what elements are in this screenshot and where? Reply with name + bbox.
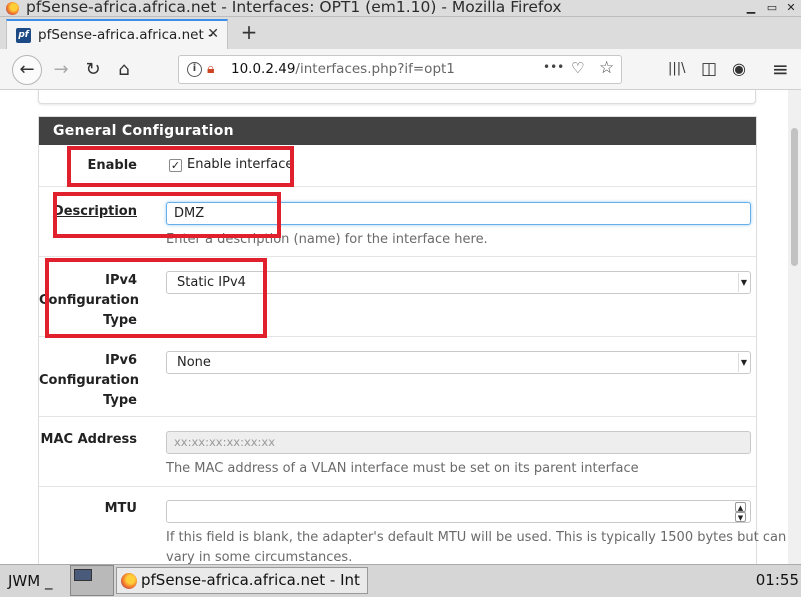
maximize-button[interactable]: ▭ xyxy=(763,0,781,16)
tab-close-icon[interactable]: ✕ xyxy=(207,26,219,42)
clock: 01:55 xyxy=(755,571,799,589)
new-tab-button[interactable]: + xyxy=(236,20,262,46)
page-content: General Configuration Enable ✓ Enable in… xyxy=(0,90,801,564)
mtu-input[interactable]: ▲ ▼ xyxy=(166,500,751,523)
highlight-ipv4-type xyxy=(45,258,267,338)
task-label: pfSense-africa.africa.net - Int xyxy=(141,571,360,589)
ipv6-type-value: None xyxy=(177,355,211,370)
ipv6-row: IPv6 Configuration Type None ▼ xyxy=(39,337,756,417)
tab-strip: pf pfSense-africa.africa.net - ✕ + xyxy=(0,17,801,49)
navigation-toolbar: ← → ↻ ⌂ i 🔒︎ 10.0.2.49/interfaces.php?if… xyxy=(0,49,801,90)
sidebar-icon[interactable]: ◫ xyxy=(701,59,717,79)
url-path: /interfaces.php?if=opt1 xyxy=(295,61,455,77)
ipv6-label: IPv6 Configuration Type xyxy=(39,351,139,411)
url-host: 10.0.2.49 xyxy=(231,61,296,77)
highlight-enable xyxy=(67,146,294,187)
pocket-icon[interactable]: ♡ xyxy=(571,59,584,77)
mtu-help-line1: If this field is blank, the adapter's de… xyxy=(166,530,787,545)
site-info-icon[interactable]: i xyxy=(187,62,202,77)
mac-address-input: xx:xx:xx:xx:xx:xx xyxy=(166,431,751,454)
mtu-stepper[interactable]: ▲ ▼ xyxy=(735,502,746,522)
wm-suffix: _ xyxy=(44,572,53,590)
insecure-lock-icon[interactable]: 🔒︎ xyxy=(207,61,214,77)
back-button[interactable]: ← xyxy=(12,55,42,85)
previous-panel-bottom xyxy=(38,90,756,104)
ipv6-label-line1: IPv6 xyxy=(105,353,137,368)
close-window-button[interactable]: ✕ xyxy=(782,0,800,16)
mac-address-help: The MAC address of a VLAN interface must… xyxy=(166,461,639,476)
scrollbar-thumb[interactable] xyxy=(791,128,798,266)
panel-heading: General Configuration xyxy=(39,117,756,145)
library-icon[interactable]: |||\ xyxy=(668,61,686,76)
tab-label: pfSense-africa.africa.net - xyxy=(38,27,213,43)
chevron-down-icon: ▼ xyxy=(738,353,749,372)
pager-desktop-icon xyxy=(74,569,92,581)
stepper-down-icon[interactable]: ▼ xyxy=(735,512,746,522)
window-title-bar: pfSense-africa.africa.net - Interfaces: … xyxy=(0,0,801,17)
desktop-pager[interactable] xyxy=(70,565,114,596)
minimize-button[interactable]: ▁ xyxy=(742,0,760,16)
window-title: pfSense-africa.africa.net - Interfaces: … xyxy=(26,0,562,16)
mac-address-row: MAC Address xx:xx:xx:xx:xx:xx The MAC ad… xyxy=(39,417,756,487)
ipv6-type-select[interactable]: None ▼ xyxy=(166,351,751,374)
tab-pfsense[interactable]: pf pfSense-africa.africa.net - ✕ xyxy=(6,19,228,49)
firefox-icon xyxy=(121,573,137,589)
wm-label: JWM xyxy=(8,572,41,590)
page-actions-icon[interactable]: ••• xyxy=(543,60,564,74)
reload-button[interactable]: ↻ xyxy=(79,56,107,84)
ipv6-label-line3: Type xyxy=(103,393,137,408)
page-scrollbar[interactable] xyxy=(788,90,801,564)
mtu-help-line2: vary in some circumstances. xyxy=(166,550,353,564)
taskbar-firefox-task[interactable]: pfSense-africa.africa.net - Int xyxy=(116,567,368,594)
bookmark-star-icon[interactable]: ☆ xyxy=(599,58,614,78)
mtu-label: MTU xyxy=(104,501,137,516)
wm-menu-button[interactable]: JWM _ xyxy=(8,572,52,590)
mtu-row: MTU ▲ ▼ If this field is blank, the adap… xyxy=(39,487,786,564)
forward-button[interactable]: → xyxy=(47,56,75,84)
mac-address-label: MAC Address xyxy=(40,432,137,447)
highlight-description xyxy=(53,192,281,238)
account-icon[interactable]: ◉ xyxy=(732,59,746,78)
hamburger-menu-icon[interactable]: ≡ xyxy=(772,57,789,81)
url-text[interactable]: 10.0.2.49/interfaces.php?if=opt1 xyxy=(231,61,455,77)
taskbar: JWM _ pfSense-africa.africa.net - Int 01… xyxy=(0,564,801,597)
pfsense-favicon-icon: pf xyxy=(16,28,31,43)
chevron-down-icon: ▼ xyxy=(738,273,749,292)
address-bar[interactable]: i 🔒︎ 10.0.2.49/interfaces.php?if=opt1 ••… xyxy=(178,55,622,84)
firefox-icon xyxy=(6,2,19,15)
stepper-up-icon[interactable]: ▲ xyxy=(735,502,746,512)
home-button[interactable]: ⌂ xyxy=(110,56,138,84)
ipv6-label-line2: Configuration xyxy=(39,373,139,388)
